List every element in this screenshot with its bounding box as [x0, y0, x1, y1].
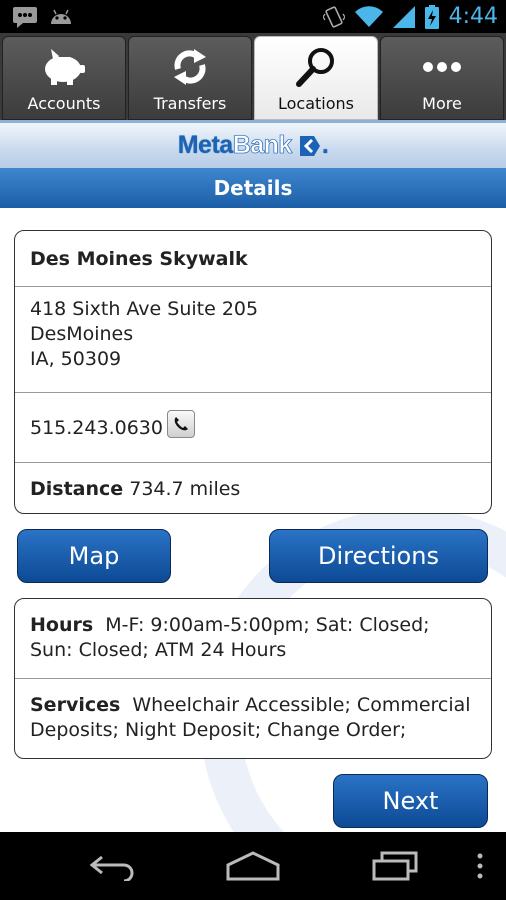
magnifier-icon — [296, 48, 334, 87]
more-dots-icon — [423, 62, 461, 72]
piggy-bank-icon — [45, 49, 85, 85]
address-line: IA, 50309 — [30, 348, 122, 370]
recent-apps-icon — [372, 851, 418, 881]
system-navigation-bar — [0, 832, 506, 900]
vibrate-icon — [322, 5, 345, 28]
phone-icon — [174, 416, 188, 430]
message-icon — [13, 7, 37, 28]
overflow-menu-button[interactable] — [470, 846, 490, 886]
back-button[interactable] — [86, 846, 140, 886]
tab-label: Accounts — [27, 94, 101, 113]
tab-transfers[interactable]: Transfers — [128, 36, 252, 120]
location-phone-row: 515.243.0630 — [15, 393, 491, 463]
recent-apps-button[interactable] — [368, 846, 422, 886]
services-label: Services — [30, 694, 121, 716]
tab-more[interactable]: More — [380, 36, 504, 120]
location-name: Des Moines Skywalk — [15, 231, 491, 287]
phone-number: 515.243.0630 — [30, 416, 163, 439]
tab-locations[interactable]: Locations — [254, 36, 378, 120]
address-line: 418 Sixth Ave Suite 205 — [30, 298, 259, 320]
location-distance-row: Distance 734.7 miles — [15, 463, 491, 513]
android-icon — [51, 9, 71, 24]
metabank-logo-icon — [299, 136, 320, 157]
distance-label: Distance — [30, 478, 124, 500]
home-icon — [226, 851, 280, 881]
hours-row: Hours M-F: 9:00am-5:00pm; Sat: Closed; S… — [15, 599, 491, 679]
address-line: DesMoines — [30, 323, 134, 345]
overflow-dots-icon — [477, 853, 483, 879]
directions-button[interactable]: Directions — [269, 529, 488, 583]
tab-accounts[interactable]: Accounts — [2, 36, 126, 120]
brand-header: MetaBank . — [0, 120, 506, 168]
status-clock: 4:44 — [448, 4, 498, 29]
map-button[interactable]: Map — [17, 529, 171, 583]
hours-label: Hours — [30, 614, 94, 636]
hours-services-card: Hours M-F: 9:00am-5:00pm; Sat: Closed; S… — [14, 598, 492, 759]
status-bar: 4:44 — [0, 0, 506, 33]
location-address: 418 Sixth Ave Suite 205 DesMoines IA, 50… — [15, 287, 491, 393]
tab-label: Transfers — [153, 94, 227, 113]
tab-bar: Accounts Transfers Locations More — [0, 33, 506, 120]
battery-charging-icon — [424, 4, 439, 29]
call-button[interactable] — [166, 409, 195, 438]
home-button[interactable] — [224, 846, 282, 886]
page-title: Details — [213, 176, 293, 200]
location-info-card: Des Moines Skywalk 418 Sixth Ave Suite 2… — [14, 230, 492, 514]
tab-label: More — [422, 94, 462, 113]
details-title-bar: Details — [0, 168, 506, 208]
wifi-icon — [354, 5, 383, 27]
services-row: Services Wheelchair Accessible; Commerci… — [15, 679, 491, 758]
back-arrow-icon — [89, 855, 134, 881]
signal-icon — [392, 5, 415, 28]
next-button[interactable]: Next — [333, 774, 488, 828]
refresh-arrows-icon — [174, 49, 206, 85]
tab-label: Locations — [277, 94, 354, 113]
details-content[interactable]: Des Moines Skywalk 418 Sixth Ave Suite 2… — [0, 208, 506, 832]
distance-value: 734.7 miles — [129, 478, 241, 500]
metabank-logo: MetaBank . — [177, 131, 329, 160]
